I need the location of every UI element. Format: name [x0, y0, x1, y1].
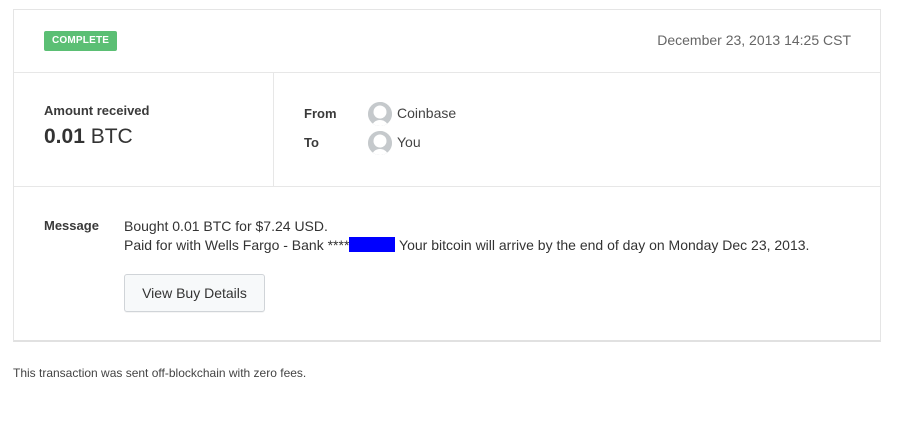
amount-value: 0.01 BTC	[44, 125, 133, 149]
to-avatar-icon	[368, 131, 392, 155]
from-row: From Coinbase	[304, 102, 604, 126]
amount-section: Amount received 0.01 BTC	[14, 72, 274, 186]
to-label: To	[304, 135, 319, 150]
to-row: To You	[304, 131, 604, 155]
transaction-date: December 23, 2013 14:25 CST	[657, 32, 851, 48]
message-line-2-end: Your bitcoin will arrive by the end of d…	[395, 237, 810, 253]
to-name: You	[397, 134, 421, 150]
view-buy-details-button[interactable]: View Buy Details	[124, 274, 265, 312]
message-label: Message	[44, 218, 99, 233]
transaction-card: COMPLETE December 23, 2013 14:25 CST Amo…	[13, 9, 881, 342]
message-line-2: Paid for with Wells Fargo - Bank **** Yo…	[124, 236, 809, 255]
message-body: Bought 0.01 BTC for $7.24 USD. Paid for …	[124, 217, 809, 255]
amount-label: Amount received	[44, 103, 150, 118]
amount-number: 0.01	[44, 125, 85, 148]
from-avatar-icon	[368, 102, 392, 126]
redaction-block	[349, 237, 396, 252]
from-label: From	[304, 106, 337, 121]
from-name: Coinbase	[397, 105, 457, 121]
transaction-summary: Amount received 0.01 BTC From Coinbase T…	[14, 72, 880, 187]
blockchain-note: This transaction was sent off-blockchain…	[13, 366, 307, 380]
amount-currency: BTC	[90, 125, 133, 148]
transaction-header: COMPLETE December 23, 2013 14:25 CST	[14, 10, 880, 73]
message-line-2-start: Paid for with Wells Fargo - Bank ****	[124, 237, 350, 253]
message-line-1: Bought 0.01 BTC for $7.24 USD.	[124, 218, 328, 234]
status-badge: COMPLETE	[44, 31, 118, 51]
